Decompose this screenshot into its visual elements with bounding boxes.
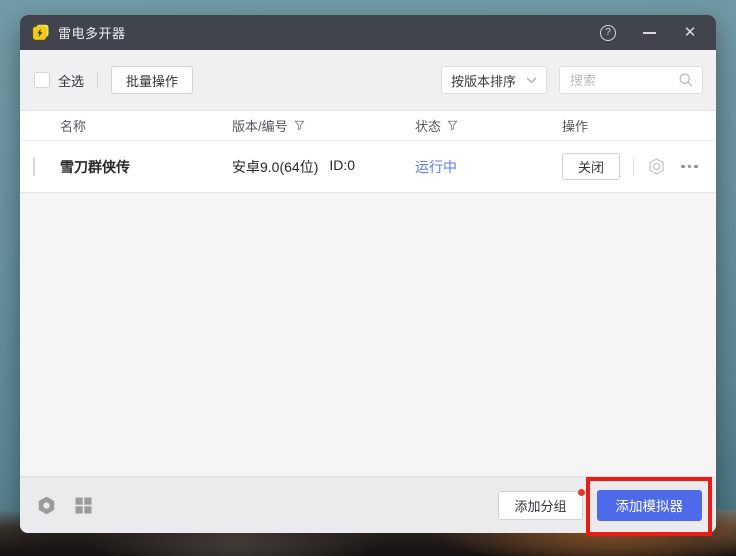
select-all-checkbox[interactable] [34,72,50,88]
list-empty-area [20,193,716,476]
footer-bar: 添加分组 添加模拟器 [20,476,716,533]
footer-actions: 添加分组 添加模拟器 [498,490,702,521]
close-icon[interactable]: ✕ [680,23,700,43]
add-emulator-button[interactable]: 添加模拟器 [597,490,703,521]
close-instance-button[interactable]: 关闭 [562,153,620,180]
app-logo-icon [32,24,50,41]
notification-dot [578,489,585,496]
help-icon[interactable]: ? [598,23,618,43]
select-all-label: 全选 [58,71,84,90]
add-group-button[interactable]: 添加分组 [498,491,582,520]
column-header-version: 版本/编号 [232,116,415,135]
instance-version: 安卓9.0(64位) ID:0 [232,157,415,177]
instance-id: ID:0 [329,157,355,177]
toolbar: 全选 批量操作 按版本排序 [20,50,716,110]
minimize-icon[interactable] [639,23,659,43]
chevron-down-icon [526,77,537,84]
column-header-name: 名称 [60,116,232,135]
row-operations: 关闭 [562,153,716,180]
operations-divider [633,158,634,176]
filter-funnel-icon[interactable] [447,120,458,131]
toolbar-divider [97,72,98,88]
footer-icons [36,495,93,516]
filter-funnel-icon[interactable] [294,120,305,131]
table-header: 名称 版本/编号 状态 操作 [20,110,716,141]
titlebar: 雷电多开器 ? ✕ [20,15,716,50]
more-options-icon[interactable] [681,165,698,169]
titlebar-actions: ? ✕ [598,23,706,43]
toolbar-right: 按版本排序 [441,66,703,94]
global-settings-icon[interactable] [36,495,57,516]
sort-dropdown[interactable]: 按版本排序 [441,66,547,94]
window-title: 雷电多开器 [58,23,126,42]
app-window: 雷电多开器 ? ✕ 全选 批量操作 按版本排序 [20,15,716,533]
row-checkbox[interactable] [33,157,35,176]
column-header-status: 状态 [415,116,562,135]
search-icon [678,72,694,88]
desktop-wallpaper: 雷电多开器 ? ✕ 全选 批量操作 按版本排序 [0,0,736,556]
batch-operations-button[interactable]: 批量操作 [111,66,193,94]
table-row: 雪刀群侠传 安卓9.0(64位) ID:0 运行中 关闭 [20,141,716,193]
sort-dropdown-value: 按版本排序 [451,71,516,90]
instance-name: 雪刀群侠传 [60,157,232,177]
column-header-actions: 操作 [562,116,716,135]
status-badge: 运行中 [415,157,562,177]
grid-view-icon[interactable] [74,496,93,515]
instance-settings-icon[interactable] [647,157,666,176]
search-box [559,66,703,94]
search-input[interactable] [570,73,678,88]
